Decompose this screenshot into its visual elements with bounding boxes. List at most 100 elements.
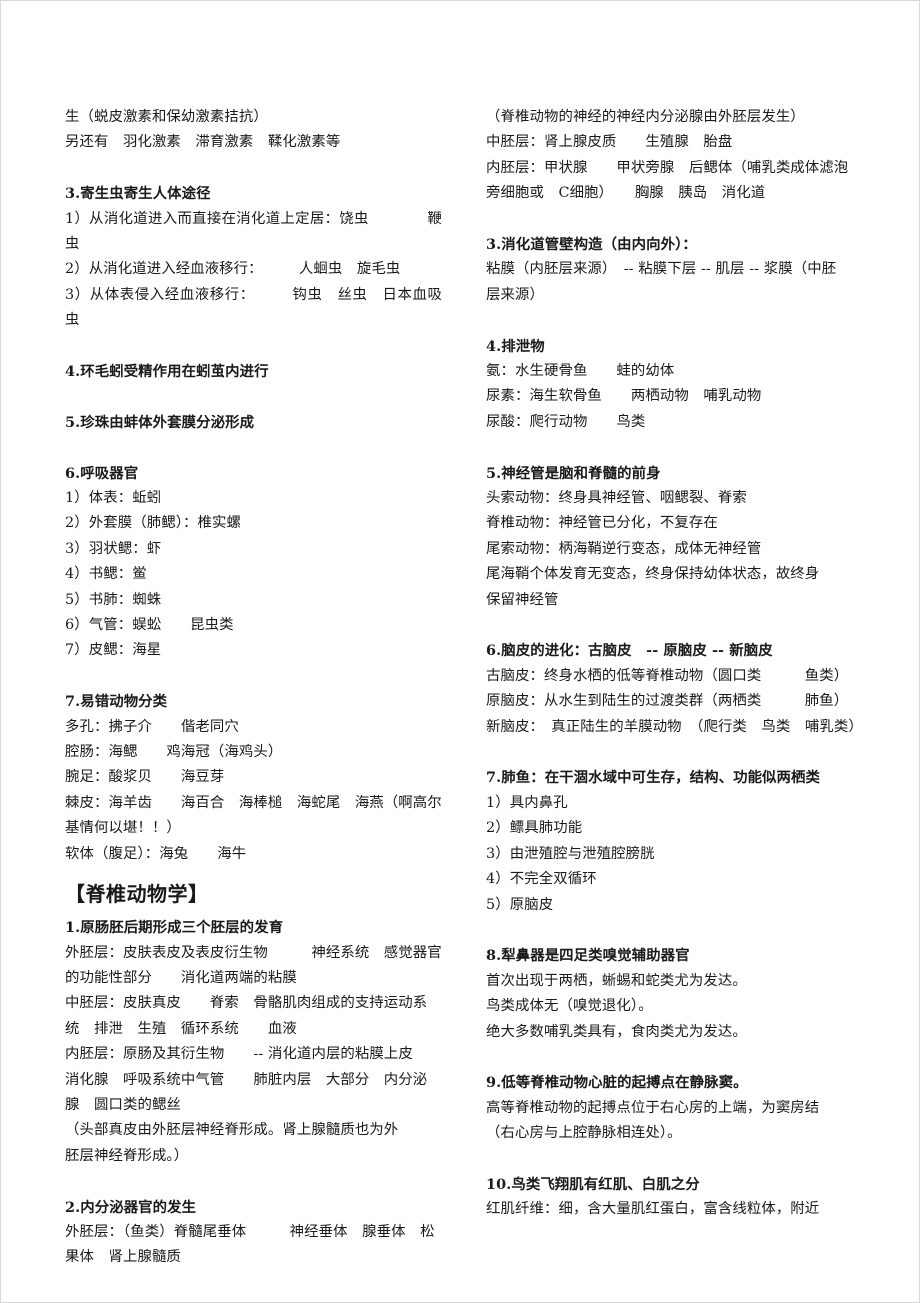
- text-line: 8.犁鼻器是四足类嗅觉辅助器官: [486, 947, 690, 965]
- text-line: 棘皮：海羊齿 海百合 海棒槌 海蛇尾 海燕（啊高尔: [65, 794, 442, 811]
- text-line: 鸟类成体无（嗅觉退化）。: [486, 998, 653, 1015]
- text-line: 旁细胞或 C细胞） 胸腺 胰岛 消化道: [486, 185, 766, 202]
- text-line: 4）书鳃：鲎: [65, 566, 147, 583]
- text-line: 红肌纤维：细，含大量肌红蛋白，富含线粒体，附近: [486, 1201, 820, 1218]
- text-line: 脊椎动物：神经管已分化，不复存在: [486, 515, 718, 532]
- text-line: 5.神经管是脑和脊髓的前身: [486, 464, 661, 482]
- text-block: 5.神经管是脑和脊髓的前身头索动物：终身具神经管、咽鳃裂、脊索 脊椎动物：神经管已…: [486, 461, 861, 613]
- text-line: 另还有 羽化激素 滞育激素 鞣化激素等: [65, 134, 341, 151]
- text-line: （脊椎动物的神经的神经内分泌腺由外胚层发生）: [486, 109, 805, 125]
- document-page: 生（蜕皮激素和保幼激素拮抗） 另还有 羽化激素 滞育激素 鞣化激素等 3.寄生虫寄生…: [0, 0, 920, 1303]
- text-block: 7.易错动物分类多孔：拂子介 偕老同穴腔肠：海鳃 鸡海冠（海鸡头） 腕足：酸浆贝 …: [65, 689, 442, 867]
- text-line: 粘膜（内胚层来源） -- 粘膜下层 -- 肌层 -- 浆膜（中胚: [486, 261, 837, 278]
- text-line: 尾海鞘个体发育无变态，终身保持幼体状态，故终身: [486, 566, 820, 583]
- text-line: 头索动物：终身具神经管、咽鳃裂、脊索: [486, 490, 747, 507]
- text-line: 中胚层：肾上腺皮质 生殖腺 胎盘: [486, 134, 733, 151]
- text-line: 外胚层：皮肤表皮及表皮衍生物 神经系统 感觉器官: [65, 944, 442, 961]
- text-line: 4）不完全双循环: [486, 871, 597, 888]
- text-block: 3.消化道管壁构造（由内向外）： 粘膜（内胚层来源） -- 粘膜下层 -- 肌层 …: [486, 232, 861, 308]
- text-line: 腕足：酸浆贝 海豆芽: [65, 769, 225, 786]
- text-line: 4.排泄物: [486, 337, 545, 355]
- text-line: 7.易错动物分类: [65, 693, 168, 711]
- text-block: 5.珍珠由蚌体外套膜分泌形成: [65, 410, 442, 435]
- right-text-column: （脊椎动物的神经的神经内分泌腺由外胚层发生） 中胚层：肾上腺皮质 生殖腺 胎盘 内胚…: [460, 105, 919, 1271]
- text-line: 3）从体表侵入经血液移行： 钩虫 丝虫 日本血吸虫: [65, 286, 442, 329]
- text-line: 3）由泄殖腔与泄殖腔膀胱: [486, 845, 655, 862]
- text-block: 2.内分泌器官的发生外胚层：（鱼类）脊髓尾垂体 神经垂体 腺垂体 松果体 肾上腺…: [65, 1195, 442, 1271]
- text-line: 尾索动物：柄海鞘逆行变态，成体无神经管: [486, 540, 762, 557]
- text-block: 6.脑皮的进化：古脑皮 -- 原脑皮 -- 新脑皮古脑皮：终身水栖的低等脊椎动物…: [486, 638, 863, 740]
- text-line: 氨：水生硬骨鱼 蛙的幼体: [486, 363, 675, 380]
- text-line: 6.呼吸器官: [65, 464, 139, 482]
- text-line: 1）从消化道进入而直接在消化道上定居：饶虫 鞭虫: [65, 210, 442, 253]
- text-block: 7.肺鱼：在干涸水域中可生存，结构、功能似两栖类 1）具内鼻孔 2）鳔具肺功能 3）由…: [486, 765, 861, 917]
- text-line: 7.肺鱼：在干涸水域中可生存，结构、功能似两栖类: [486, 769, 821, 787]
- text-block: 10.鸟类飞翔肌有红肌、白肌之分红肌纤维：细，含大量肌红蛋白，富含线粒体，附近: [486, 1172, 861, 1223]
- text-line: 首次出现于两栖，蜥蜴和蛇类尤为发达。: [486, 972, 747, 989]
- text-line: 新脑皮： 真正陆生的羊膜动物 （爬行类 鸟类 哺乳类）: [486, 718, 863, 735]
- text-line: （头部真皮由外胚层神经脊形成。肾上腺髓质也为外: [65, 1122, 399, 1139]
- text-line: 消化腺 呼吸系统中气管 肺脏内层 大部分 内分泌: [65, 1071, 428, 1088]
- text-line: 1.原肠胚后期形成三个胚层的发育: [65, 919, 284, 937]
- text-line: 3.消化道管壁构造（由内向外）：: [486, 236, 697, 254]
- text-line: 7）皮鳃：海星: [65, 642, 162, 659]
- text-line: 6）气管：蜈蚣 昆虫类: [65, 617, 234, 634]
- text-line: 5.珍珠由蚌体外套膜分泌形成: [65, 413, 255, 431]
- text-line: 尿酸：爬行动物 鸟类: [486, 413, 646, 430]
- left-text-column: 生（蜕皮激素和保幼激素拮抗） 另还有 羽化激素 滞育激素 鞣化激素等 3.寄生虫寄生…: [1, 105, 460, 1271]
- text-line: 高等脊椎动物的起搏点位于右心房的上端，为窦房结: [486, 1099, 820, 1116]
- text-line: 2）鳔具肺功能: [486, 820, 583, 837]
- text-line: 6.脑皮的进化：古脑皮 -- 原脑皮 -- 新脑皮: [486, 642, 773, 660]
- text-block: 1.原肠胚后期形成三个胚层的发育外胚层：皮肤表皮及表皮衍生物 神经系统 感觉器官…: [65, 915, 442, 1169]
- text-line: 外胚层：（鱼类）脊髓尾垂体 神经垂体 腺垂体 松: [65, 1223, 435, 1240]
- text-line: 腔肠：海鳃 鸡海冠（海鸡头）: [65, 744, 283, 761]
- text-line: 胚层神经脊形成。）: [65, 1147, 189, 1164]
- text-block: 9.低等脊椎动物心脏的起搏点在静脉窦。高等脊椎动物的起搏点位于右心房的上端，为窦…: [486, 1070, 861, 1146]
- text-line: 多孔：拂子介 偕老同穴: [65, 718, 239, 735]
- text-line: 9.低等脊椎动物心脏的起搏点在静脉窦。: [486, 1074, 748, 1092]
- text-line: 2）外套膜（肺鳃）：椎实螺: [65, 515, 241, 532]
- text-line: 基情何以堪！！）: [65, 820, 181, 837]
- text-line: 内胚层：原肠及其衍生物 -- 消化道内层的粘膜上皮: [65, 1046, 413, 1063]
- text-line: （右心房与上腔静脉相连处）。: [486, 1125, 682, 1142]
- text-line: 1）具内鼻孔: [486, 794, 568, 811]
- text-line: 3.寄生虫寄生人体途径: [65, 185, 211, 203]
- text-line: 中胚层：皮肤真皮 脊索 骨骼肌肉组成的支持运动系: [65, 995, 428, 1012]
- text-line: 3）羽状鳃：虾: [65, 540, 162, 557]
- text-line: 层来源）: [486, 286, 544, 303]
- two-column-body: 生（蜕皮激素和保幼激素拮抗） 另还有 羽化激素 滞育激素 鞣化激素等 3.寄生虫寄生…: [1, 105, 919, 1271]
- text-block: （脊椎动物的神经的神经内分泌腺由外胚层发生） 中胚层：肾上腺皮质 生殖腺 胎盘 内胚…: [486, 105, 861, 207]
- section-heading: 【脊椎动物学】: [65, 882, 209, 907]
- text-line: 5）原脑皮: [486, 896, 554, 913]
- text-block: 6.呼吸器官 1）体表：蚯蚓 2）外套膜（肺鳃）：椎实螺 3）羽状鳃：虾 4）书鳃：鲎 5…: [65, 461, 442, 664]
- text-line: 统 排泄 生殖 循环系统 血液: [65, 1020, 297, 1037]
- text-line: 软体（腹足）：海兔 海牛: [65, 845, 247, 862]
- text-line: 10.鸟类飞翔肌有红肌、白肌之分: [486, 1175, 700, 1193]
- text-block: 4.排泄物 氨：水生硬骨鱼 蛙的幼体 尿素：海生软骨鱼 两栖动物 哺乳动物 尿酸：爬行…: [486, 334, 861, 436]
- text-line: 4.环毛蚓受精作用在蚓茧内进行: [65, 363, 269, 381]
- text-line: 果体 肾上腺髓质: [65, 1249, 181, 1266]
- text-block: 3.寄生虫寄生人体途径 1）从消化道进入而直接在消化道上定居：饶虫 鞭虫 2）从消化…: [65, 181, 442, 333]
- text-block: 4.环毛蚓受精作用在蚓茧内进行: [65, 359, 442, 384]
- text-block: 生（蜕皮激素和保幼激素拮抗） 另还有 羽化激素 滞育激素 鞣化激素等: [65, 105, 442, 156]
- text-line: 绝大多数哺乳类具有，食肉类尤为发达。: [486, 1023, 747, 1040]
- text-line: 腺 圆口类的鳃丝: [65, 1096, 181, 1113]
- text-line: 5）书肺：蜘蛛: [65, 591, 162, 608]
- text-line: 古脑皮：终身水栖的低等脊椎动物（圆口类 鱼类）: [486, 667, 849, 684]
- text-line: 2.内分泌器官的发生: [65, 1198, 197, 1216]
- text-line: 原脑皮：从水生到陆生的过渡类群（两栖类 肺鱼）: [486, 693, 849, 710]
